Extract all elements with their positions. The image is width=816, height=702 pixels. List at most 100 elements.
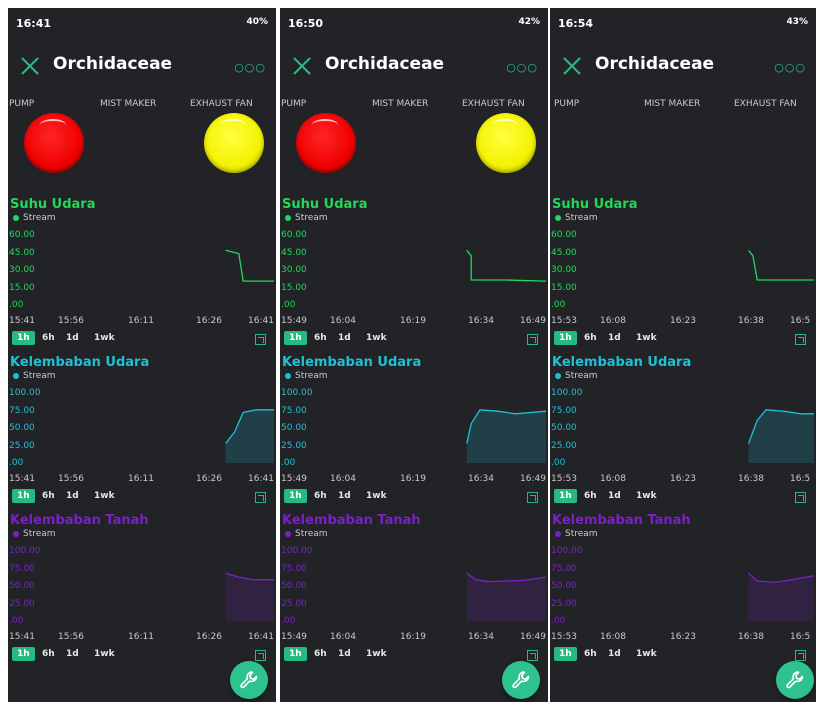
status-bar: 16:41 40%: [8, 8, 276, 39]
series-area: [748, 573, 814, 621]
pump-led[interactable]: [296, 113, 356, 173]
range-1d[interactable]: 1d: [608, 333, 621, 343]
pump-led[interactable]: [24, 113, 84, 173]
close-icon[interactable]: [561, 55, 583, 77]
range-1d[interactable]: 1d: [66, 333, 79, 343]
legend-label: Stream: [295, 371, 328, 381]
x-tick-label: 16:23: [670, 316, 696, 326]
range-6h[interactable]: 6h: [314, 333, 327, 343]
range-1d[interactable]: 1d: [608, 491, 621, 501]
exhaust-fan-led[interactable]: [204, 113, 264, 173]
range-1wk[interactable]: 1wk: [636, 649, 657, 659]
chart-plot[interactable]: [280, 233, 548, 305]
range-1d[interactable]: 1d: [66, 649, 79, 659]
x-tick-label: 16:04: [330, 474, 356, 484]
more-options-icon[interactable]: ○○○: [774, 61, 806, 74]
range-1wk[interactable]: 1wk: [366, 491, 387, 501]
chart-plot[interactable]: [8, 233, 276, 305]
range-1h[interactable]: 1h: [284, 647, 307, 661]
chart-plot[interactable]: [550, 391, 816, 463]
range-6h[interactable]: 6h: [42, 333, 55, 343]
range-1wk[interactable]: 1wk: [94, 333, 115, 343]
range-1wk[interactable]: 1wk: [636, 491, 657, 501]
range-6h[interactable]: 6h: [584, 649, 597, 659]
x-tick-label: 15:41: [9, 474, 35, 484]
chart-plot[interactable]: [8, 549, 276, 621]
range-1wk[interactable]: 1wk: [366, 333, 387, 343]
x-tick-label: 16:23: [670, 474, 696, 484]
range-1d[interactable]: 1d: [338, 649, 351, 659]
expand-chart-icon[interactable]: [795, 334, 806, 345]
range-6h[interactable]: 6h: [42, 491, 55, 501]
chart-title: Kelembaban Udara: [552, 355, 692, 370]
expand-chart-icon[interactable]: [255, 650, 266, 661]
settings-wrench-button[interactable]: [776, 661, 814, 699]
status-bar: 16:50 42%: [280, 8, 548, 39]
range-1h[interactable]: 1h: [12, 489, 35, 503]
range-1wk[interactable]: 1wk: [94, 491, 115, 501]
x-tick-label: 16:38: [738, 316, 764, 326]
more-options-icon[interactable]: ○○○: [234, 61, 266, 74]
x-tick-label: 16:5: [790, 474, 811, 484]
range-6h[interactable]: 6h: [314, 649, 327, 659]
chart-title: Kelembaban Tanah: [10, 513, 149, 528]
range-1d[interactable]: 1d: [338, 333, 351, 343]
range-6h[interactable]: 6h: [584, 491, 597, 501]
range-1d[interactable]: 1d: [338, 491, 351, 501]
status-bar: 16:54 43%: [550, 8, 816, 39]
range-1d[interactable]: 1d: [608, 649, 621, 659]
project-title: Orchidaceae: [595, 54, 715, 74]
x-tick-label: 16:04: [330, 316, 356, 326]
legend-label: Stream: [295, 529, 328, 539]
more-options-icon[interactable]: ○○○: [506, 61, 538, 74]
expand-chart-icon[interactable]: [527, 492, 538, 503]
series-line: [225, 249, 274, 282]
range-1h[interactable]: 1h: [554, 647, 577, 661]
x-tick-label: 16:34: [468, 316, 494, 326]
close-icon[interactable]: [291, 55, 313, 77]
expand-chart-icon[interactable]: [255, 492, 266, 503]
range-1h[interactable]: 1h: [284, 489, 307, 503]
range-1h[interactable]: 1h: [12, 331, 35, 345]
x-tick-label: 16:49: [520, 632, 546, 642]
series-area: [225, 409, 274, 463]
chart-plot[interactable]: [550, 549, 816, 621]
close-icon[interactable]: [19, 55, 41, 77]
chart-plot[interactable]: [8, 391, 276, 463]
range-1wk[interactable]: 1wk: [366, 649, 387, 659]
range-6h[interactable]: 6h: [314, 491, 327, 501]
chart-plot[interactable]: [280, 549, 548, 621]
range-1h[interactable]: 1h: [554, 489, 577, 503]
status-battery: 42%: [518, 17, 540, 27]
range-1h[interactable]: 1h: [12, 647, 35, 661]
range-6h[interactable]: 6h: [42, 649, 55, 659]
x-tick-label: 16:38: [738, 632, 764, 642]
settings-wrench-button[interactable]: [230, 661, 268, 699]
chart-plot[interactable]: [280, 391, 548, 463]
exhaust-fan-led[interactable]: [476, 113, 536, 173]
x-tick-label: 16:41: [248, 632, 274, 642]
range-1wk[interactable]: 1wk: [636, 333, 657, 343]
expand-chart-icon[interactable]: [527, 334, 538, 345]
x-tick-label: 16:08: [600, 316, 626, 326]
legend-dot: [555, 530, 561, 537]
expand-chart-icon[interactable]: [795, 650, 806, 661]
x-tick-label: 15:41: [9, 316, 35, 326]
x-tick-label: 16:26: [196, 474, 222, 484]
range-1h[interactable]: 1h: [284, 331, 307, 345]
range-1h[interactable]: 1h: [554, 331, 577, 345]
expand-chart-icon[interactable]: [527, 650, 538, 661]
chart-legend: Stream: [555, 529, 598, 539]
range-1wk[interactable]: 1wk: [94, 649, 115, 659]
widget-label-exhaust-fan: EXHAUST FAN: [734, 99, 797, 109]
x-tick-label: 16:23: [670, 632, 696, 642]
expand-chart-icon[interactable]: [255, 334, 266, 345]
x-tick-label: 15:56: [58, 632, 84, 642]
range-1d[interactable]: 1d: [66, 491, 79, 501]
project-title: Orchidaceae: [53, 54, 173, 74]
x-tick-label: 15:49: [281, 632, 307, 642]
chart-plot[interactable]: [550, 233, 816, 305]
range-6h[interactable]: 6h: [584, 333, 597, 343]
expand-chart-icon[interactable]: [795, 492, 806, 503]
settings-wrench-button[interactable]: [502, 661, 540, 699]
